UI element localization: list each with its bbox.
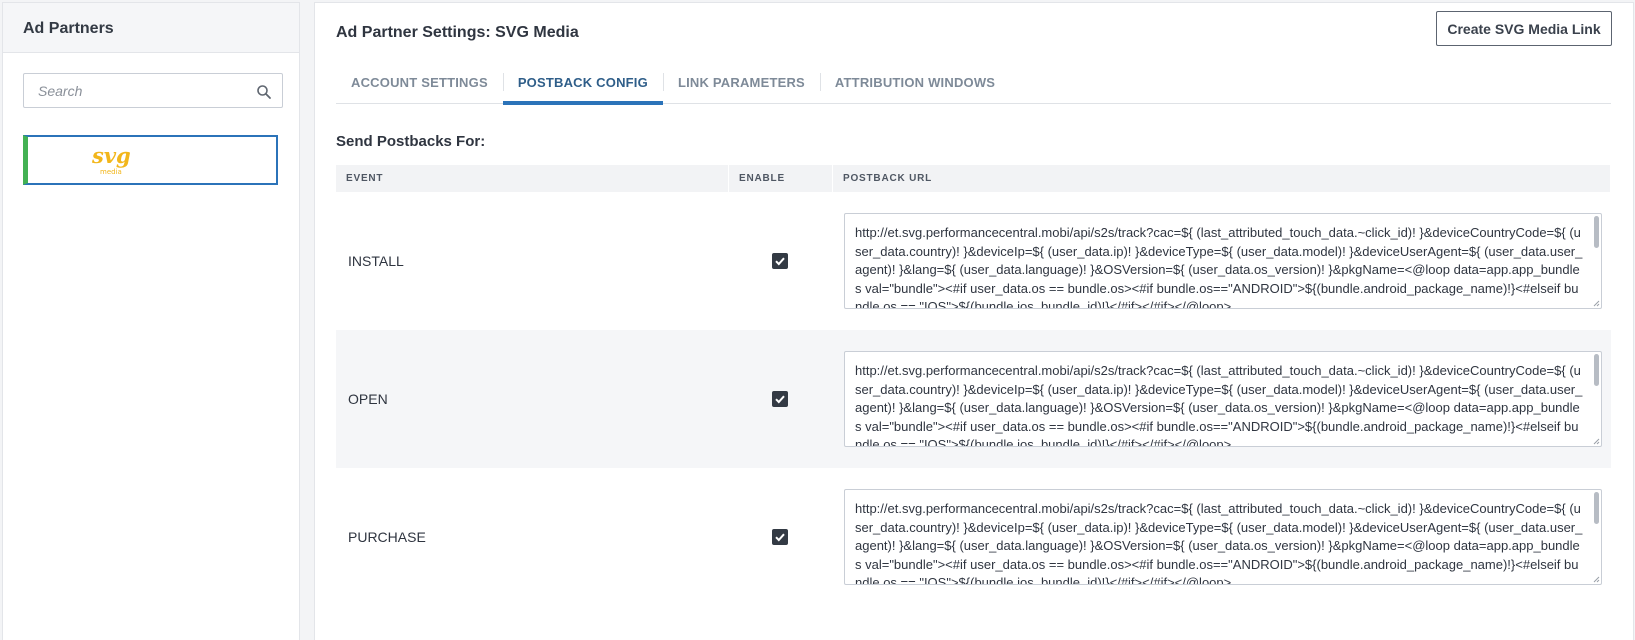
enable-checkbox[interactable]: [772, 253, 788, 269]
header-event: Event: [336, 165, 729, 192]
search-icon[interactable]: [256, 84, 272, 100]
enable-cell: [729, 529, 833, 545]
enable-checkbox[interactable]: [772, 529, 788, 545]
create-link-button[interactable]: Create SVG Media Link: [1436, 11, 1612, 46]
postback-url-textarea[interactable]: http://et.svg.performancecentral.mobi/ap…: [844, 489, 1602, 585]
section-heading: Send Postbacks For:: [336, 133, 486, 150]
svg-media-logo: svg media: [91, 143, 131, 176]
tab-postback-config[interactable]: Postback Config: [502, 67, 664, 105]
scrollbar[interactable]: [1594, 216, 1599, 248]
checkmark-icon: [775, 257, 785, 266]
url-cell: http://et.svg.performancecentral.mobi/ap…: [833, 489, 1611, 585]
table-row: OPEN http://et.svg.performancecentral.mo…: [336, 330, 1611, 468]
page-title: Ad Partner Settings: SVG Media: [336, 24, 579, 41]
enable-checkbox[interactable]: [772, 391, 788, 407]
scrollbar[interactable]: [1594, 492, 1599, 524]
postback-url-text[interactable]: http://et.svg.performancecentral.mobi/ap…: [845, 490, 1601, 584]
tab-link-parameters[interactable]: Link Parameters: [662, 67, 820, 103]
postback-url-textarea[interactable]: http://et.svg.performancecentral.mobi/ap…: [844, 351, 1602, 447]
url-cell: http://et.svg.performancecentral.mobi/ap…: [833, 213, 1611, 309]
search-input[interactable]: [24, 74, 239, 107]
url-cell: http://et.svg.performancecentral.mobi/ap…: [833, 351, 1611, 447]
ad-partners-sidebar: Ad Partners svg media: [2, 2, 300, 640]
checkmark-icon: [775, 395, 785, 404]
header-enable: Enable: [729, 165, 833, 192]
event-name: PURCHASE: [348, 529, 426, 545]
tab-account-settings[interactable]: Account Settings: [336, 67, 503, 103]
resize-handle-icon[interactable]: [1593, 300, 1600, 307]
logo-subtext: media: [100, 168, 122, 176]
postback-url-textarea[interactable]: http://et.svg.performancecentral.mobi/ap…: [844, 213, 1602, 309]
event-name: INSTALL: [348, 253, 404, 269]
sidebar-title: Ad Partners: [3, 3, 299, 53]
resize-handle-icon[interactable]: [1593, 438, 1600, 445]
resize-handle-icon[interactable]: [1593, 576, 1600, 583]
enable-cell: [729, 253, 833, 269]
event-name: OPEN: [348, 391, 388, 407]
enable-cell: [729, 391, 833, 407]
checkmark-icon: [775, 533, 785, 542]
table-row: PURCHASE http://et.svg.performancecentra…: [336, 468, 1611, 606]
postback-url-text[interactable]: http://et.svg.performancecentral.mobi/ap…: [845, 214, 1601, 308]
tab-attribution-windows[interactable]: Attribution Windows: [819, 67, 1010, 103]
table-row: INSTALL http://et.svg.performancecentral…: [336, 192, 1611, 330]
header-postback-url: Postback URL: [833, 165, 1611, 192]
partner-settings-panel: Ad Partner Settings: SVG Media Create SV…: [314, 2, 1634, 640]
partner-item-svg-media[interactable]: svg media: [23, 135, 278, 185]
postback-url-text[interactable]: http://et.svg.performancecentral.mobi/ap…: [845, 352, 1601, 446]
scrollbar[interactable]: [1594, 354, 1599, 386]
search-box[interactable]: [23, 73, 283, 108]
table-header: Event Enable Postback URL: [336, 165, 1611, 192]
postback-table: Event Enable Postback URL INSTALL http:/…: [336, 165, 1611, 606]
settings-tabs: Account Settings Postback Config Link Pa…: [336, 67, 1611, 105]
logo-wordmark: svg: [91, 143, 131, 168]
